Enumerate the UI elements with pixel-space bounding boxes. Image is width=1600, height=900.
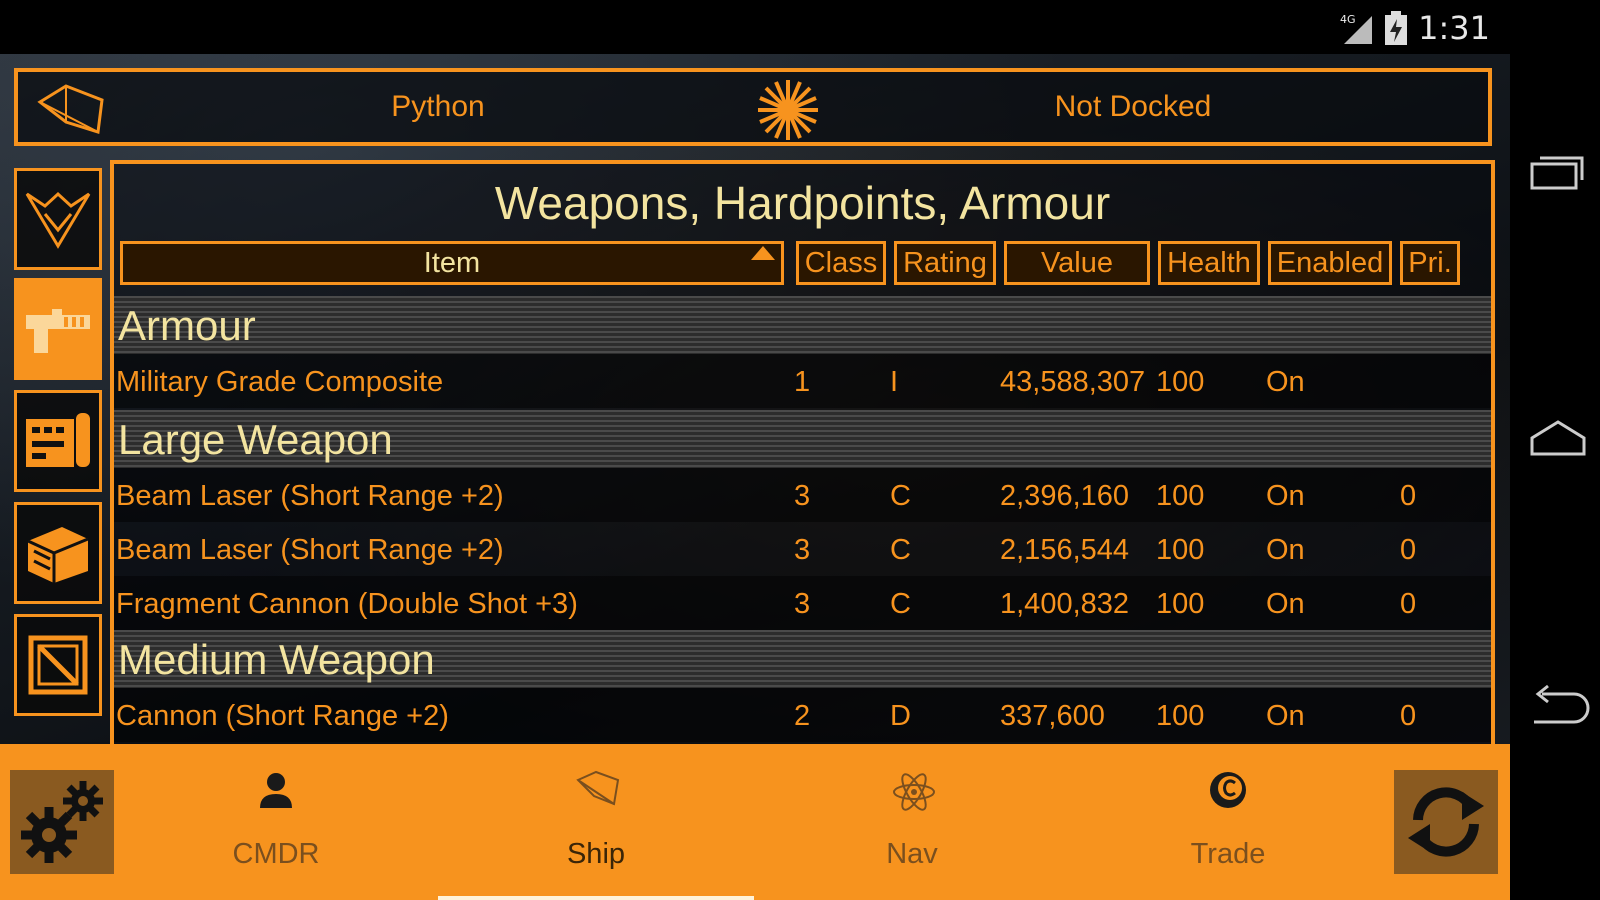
cell-priority: 0: [1400, 480, 1417, 512]
settings-button[interactable]: [10, 770, 114, 874]
module-icon: [26, 413, 90, 467]
sidebar-item-modules[interactable]: [14, 390, 102, 492]
cell-value: 1,400,832: [1000, 588, 1130, 620]
bottom-tab-bar: CMDR Ship Nav Trade: [0, 744, 1510, 900]
back-icon[interactable]: [1528, 684, 1592, 728]
group-header: Medium Weapon: [114, 630, 1491, 688]
ship-name: Python: [391, 90, 485, 123]
table-row[interactable]: Cannon (Short Range +2) 2 D 337,600 100 …: [114, 688, 1491, 742]
active-tab-indicator: [438, 896, 754, 900]
atom-icon: [893, 773, 935, 811]
column-header-item[interactable]: Item: [120, 241, 784, 285]
table-row[interactable]: Beam Laser (Short Range +2) 3 C 2,156,54…: [114, 522, 1491, 576]
crate-icon: [28, 635, 88, 695]
sidebar-item-cargo[interactable]: [14, 502, 102, 604]
cell-enabled: On: [1266, 366, 1305, 398]
cell-item: Beam Laser (Short Range +2): [116, 534, 504, 566]
cell-rating: C: [890, 588, 911, 620]
cell-class: 3: [794, 480, 811, 512]
dock-status: Not Docked: [1054, 90, 1212, 123]
elite-emblem-icon: [25, 191, 91, 249]
tab-trade[interactable]: Trade: [1108, 744, 1348, 900]
cell-rating: D: [890, 700, 911, 732]
tab-cmdr[interactable]: CMDR: [156, 744, 396, 900]
svg-text:4G: 4G: [1340, 13, 1356, 26]
gears-icon: [21, 781, 103, 863]
cell-class: 3: [794, 588, 811, 620]
signal-icon: 4G: [1340, 13, 1373, 44]
table-row[interactable]: Fragment Cannon (Double Shot +3) 3 C 1,4…: [114, 576, 1491, 630]
home-icon[interactable]: [1528, 418, 1588, 458]
cell-enabled: On: [1266, 588, 1305, 620]
panel-title: Weapons, Hardpoints, Armour: [494, 177, 1111, 229]
cell-class: 2: [794, 700, 811, 732]
modules-table-panel: Weapons, Hardpoints, Armour Item Class R…: [110, 160, 1495, 780]
sidebar-item-weapons[interactable]: [14, 278, 102, 380]
cell-item: Cannon (Short Range +2): [116, 700, 449, 732]
ship-status-bar: Python Not Docked: [14, 68, 1492, 146]
cell-value: 2,396,160: [1000, 480, 1130, 512]
cargo-icon: [27, 527, 89, 583]
cell-health: 100: [1156, 700, 1205, 732]
cell-value: 43,588,307: [1000, 366, 1146, 398]
table-row[interactable]: Beam Laser (Short Range +2) 3 C 2,396,16…: [114, 468, 1491, 522]
tab-ship[interactable]: Ship: [476, 744, 716, 900]
column-header-health[interactable]: Health: [1158, 241, 1260, 285]
cell-value: 337,600: [1000, 700, 1105, 732]
ship-icon: [37, 84, 104, 134]
person-icon: [260, 773, 292, 808]
cell-rating: C: [890, 480, 911, 512]
column-header-priority[interactable]: Pri.: [1400, 241, 1460, 285]
cell-item: Beam Laser (Short Range +2): [116, 480, 504, 512]
cell-priority: 0: [1400, 534, 1417, 566]
cell-priority: 0: [1400, 700, 1417, 732]
star-icon: [758, 80, 818, 140]
cell-item: Military Grade Composite: [116, 366, 444, 398]
recent-apps-icon[interactable]: [1528, 152, 1586, 192]
tab-nav[interactable]: Nav: [792, 744, 1032, 900]
cell-rating: I: [890, 366, 899, 398]
cell-value: 2,156,544: [1000, 534, 1130, 566]
system-nav-bar: [1510, 54, 1600, 900]
sort-ascending-icon: [751, 246, 775, 260]
sidebar-item-elite[interactable]: [14, 168, 102, 270]
ship-icon: [576, 770, 620, 806]
group-header: Armour: [114, 296, 1491, 354]
column-header-class[interactable]: Class: [796, 241, 886, 285]
refresh-button[interactable]: [1394, 770, 1498, 874]
gun-icon: [26, 309, 90, 353]
cell-enabled: On: [1266, 480, 1305, 512]
cell-class: 1: [794, 366, 811, 398]
battery-icon: [1385, 11, 1408, 45]
sidebar-item-crate[interactable]: [14, 614, 102, 716]
cell-class: 3: [794, 534, 811, 566]
column-header-value[interactable]: Value: [1004, 241, 1150, 285]
status-bar: 4G 1:31: [0, 0, 1600, 54]
cell-health: 100: [1156, 480, 1205, 512]
group-header: Large Weapon: [114, 410, 1491, 468]
status-icons: 4G 1:31: [1340, 8, 1490, 48]
cell-enabled: On: [1266, 700, 1305, 732]
cell-health: 100: [1156, 534, 1205, 566]
credits-icon: [1210, 772, 1246, 808]
column-header-enabled[interactable]: Enabled: [1268, 241, 1392, 285]
cell-enabled: On: [1266, 534, 1305, 566]
app-window: Python Not Docked Weapons, Hardpoints, A…: [0, 54, 1510, 900]
cell-priority: 0: [1400, 588, 1417, 620]
cell-health: 100: [1156, 366, 1205, 398]
cell-rating: C: [890, 534, 911, 566]
column-header-rating[interactable]: Rating: [894, 241, 996, 285]
refresh-icon: [1408, 787, 1484, 857]
cell-health: 100: [1156, 588, 1205, 620]
cell-item: Fragment Cannon (Double Shot +3): [116, 588, 578, 620]
table-row[interactable]: Military Grade Composite 1 I 43,588,307 …: [114, 354, 1491, 408]
clock: 1:31: [1418, 9, 1490, 47]
